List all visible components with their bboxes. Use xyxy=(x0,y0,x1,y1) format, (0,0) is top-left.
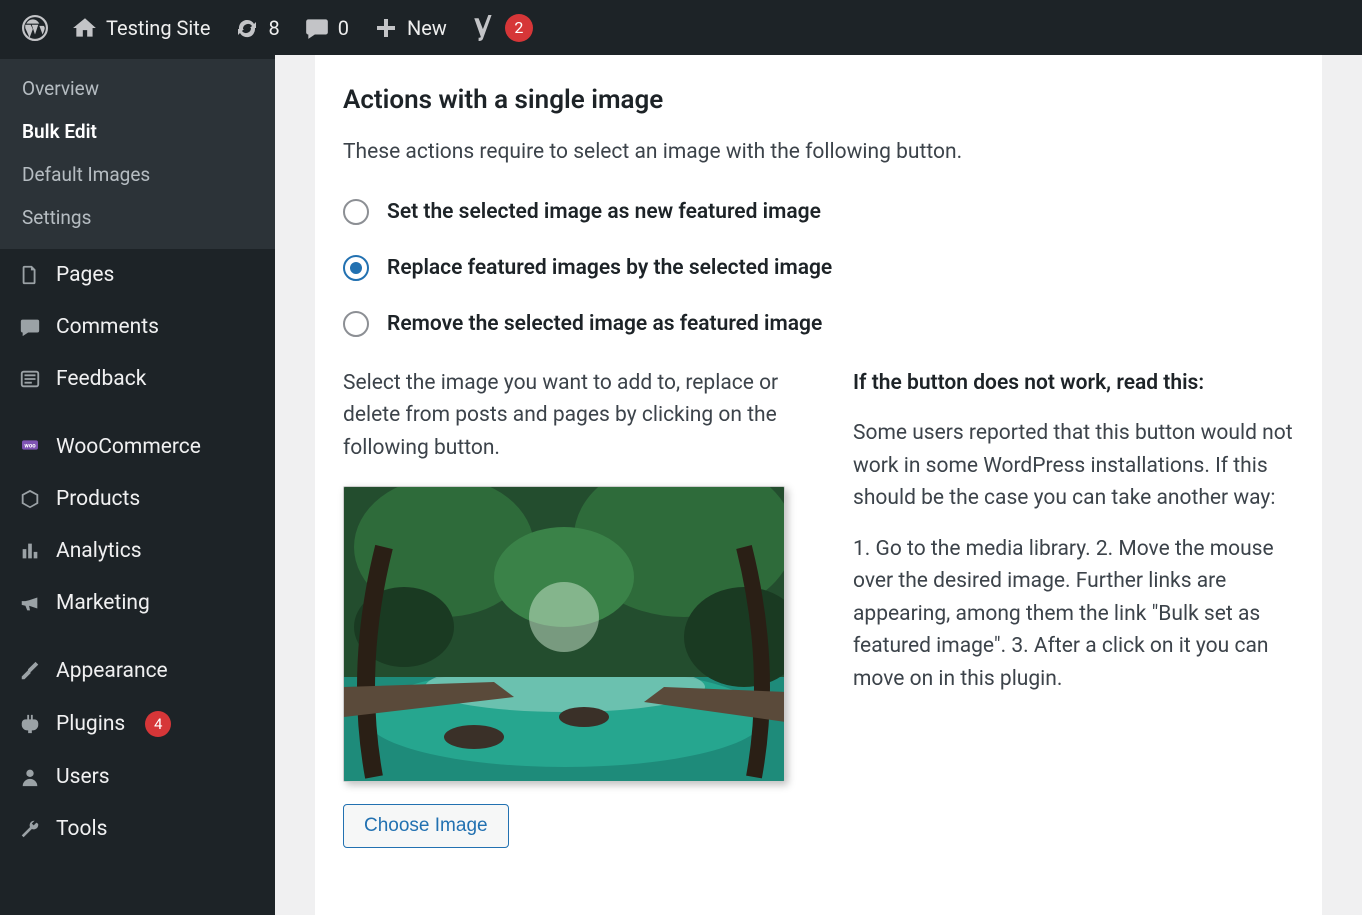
admin-toolbar: Testing Site 8 0 New 2 xyxy=(0,0,1362,55)
analytics-icon xyxy=(18,539,42,563)
radio-input[interactable] xyxy=(343,255,369,281)
sidebar-item-label: Products xyxy=(56,487,140,511)
comments-icon xyxy=(304,15,330,41)
image-action-radiogroup: Set the selected image as new featured i… xyxy=(343,199,1294,337)
sidebar-submenu: Overview Bulk Edit Default Images Settin… xyxy=(0,59,275,249)
sidebar-item-label: Marketing xyxy=(56,591,150,615)
updates-icon xyxy=(234,15,260,41)
comments-link[interactable]: 0 xyxy=(292,0,361,55)
products-icon xyxy=(18,487,42,511)
main-content: Actions with a single image These action… xyxy=(275,55,1362,915)
image-preview xyxy=(343,486,785,782)
help-title: If the button does not work, read this: xyxy=(853,367,1294,400)
sidebar-item-label: WooCommerce xyxy=(56,435,201,459)
sidebar-item-users[interactable]: Users xyxy=(0,751,275,803)
radio-input[interactable] xyxy=(343,311,369,337)
radio-remove-featured[interactable]: Remove the selected image as featured im… xyxy=(343,311,1294,337)
sidebar-item-appearance[interactable]: Appearance xyxy=(0,645,275,697)
comments-icon xyxy=(18,315,42,339)
sidebar-item-products[interactable]: Products xyxy=(0,473,275,525)
column-left: Select the image you want to add to, rep… xyxy=(343,367,803,849)
svg-text:woo: woo xyxy=(24,443,36,450)
submenu-item-default-images[interactable]: Default Images xyxy=(0,153,275,196)
plugins-icon xyxy=(18,712,42,736)
yoast-badge: 2 xyxy=(505,14,533,42)
radio-label: Replace featured images by the selected … xyxy=(387,256,832,280)
yoast-icon xyxy=(471,15,497,41)
column-right: If the button does not work, read this: … xyxy=(853,367,1294,849)
users-icon xyxy=(18,765,42,789)
plus-icon xyxy=(373,15,399,41)
settings-card: Actions with a single image These action… xyxy=(315,55,1322,915)
site-name: Testing Site xyxy=(106,16,210,40)
sidebar-item-label: Feedback xyxy=(56,367,146,391)
submenu-item-overview[interactable]: Overview xyxy=(0,67,275,110)
sidebar-item-label: Users xyxy=(56,765,110,789)
yoast-link[interactable]: 2 xyxy=(459,0,545,55)
choose-image-button[interactable]: Choose Image xyxy=(343,804,509,848)
sidebar-item-woocommerce[interactable]: woo WooCommerce xyxy=(0,421,275,473)
radio-label: Set the selected image as new featured i… xyxy=(387,200,821,224)
woo-icon: woo xyxy=(18,435,42,459)
comments-count: 0 xyxy=(338,16,349,40)
submenu-item-bulk-edit[interactable]: Bulk Edit xyxy=(0,110,275,153)
instruction-text: Select the image you want to add to, rep… xyxy=(343,367,803,465)
admin-sidebar: Overview Bulk Edit Default Images Settin… xyxy=(0,55,275,915)
radio-replace-featured[interactable]: Replace featured images by the selected … xyxy=(343,255,1294,281)
sidebar-item-label: Plugins xyxy=(56,712,125,736)
pages-icon xyxy=(18,263,42,287)
radio-input[interactable] xyxy=(343,199,369,225)
sidebar-item-marketing[interactable]: Marketing xyxy=(0,577,275,629)
section-lead: These actions require to select an image… xyxy=(343,137,1294,169)
plugins-badge: 4 xyxy=(145,711,171,737)
sidebar-item-feedback[interactable]: Feedback xyxy=(0,353,275,405)
sidebar-item-pages[interactable]: Pages xyxy=(0,249,275,301)
new-label: New xyxy=(407,16,447,40)
sidebar-item-comments[interactable]: Comments xyxy=(0,301,275,353)
help-para2: 1. Go to the media library. 2. Move the … xyxy=(853,533,1294,696)
new-content-link[interactable]: New xyxy=(361,0,459,55)
sidebar-item-label: Analytics xyxy=(56,539,142,563)
section-heading: Actions with a single image xyxy=(343,85,1294,115)
sidebar-item-plugins[interactable]: Plugins 4 xyxy=(0,697,275,751)
marketing-icon xyxy=(18,591,42,615)
updates-count: 8 xyxy=(268,16,279,40)
tools-icon xyxy=(18,817,42,841)
sidebar-item-analytics[interactable]: Analytics xyxy=(0,525,275,577)
submenu-item-settings[interactable]: Settings xyxy=(0,196,275,239)
wordpress-icon xyxy=(22,15,48,41)
wp-logo[interactable] xyxy=(10,0,60,55)
site-link[interactable]: Testing Site xyxy=(60,0,222,55)
sidebar-item-label: Pages xyxy=(56,263,114,287)
home-icon xyxy=(72,15,98,41)
sidebar-item-tools[interactable]: Tools xyxy=(0,803,275,855)
sidebar-item-label: Tools xyxy=(56,817,107,841)
radio-set-featured[interactable]: Set the selected image as new featured i… xyxy=(343,199,1294,225)
sidebar-item-label: Comments xyxy=(56,315,159,339)
radio-label: Remove the selected image as featured im… xyxy=(387,312,822,336)
feedback-icon xyxy=(18,367,42,391)
updates-link[interactable]: 8 xyxy=(222,0,291,55)
help-para1: Some users reported that this button wou… xyxy=(853,417,1294,515)
appearance-icon xyxy=(18,659,42,683)
sidebar-item-label: Appearance xyxy=(56,659,168,683)
